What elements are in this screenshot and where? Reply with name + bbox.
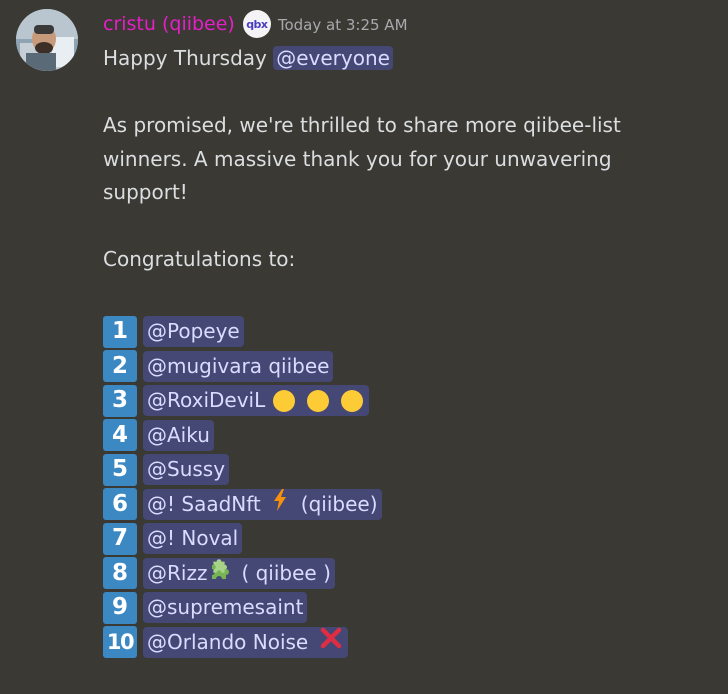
keycap-number: 8	[103, 557, 137, 590]
keycap-number: 5	[103, 453, 137, 486]
yellow-circles-icon	[273, 389, 364, 412]
username[interactable]: cristu (qiibee)	[103, 11, 235, 37]
message-header: cristu (qiibee) qbx Today at 3:25 AM	[103, 9, 408, 39]
user-mention[interactable]: @Aiku	[143, 419, 214, 451]
avatar[interactable]	[16, 9, 78, 71]
winner-row: 8 @Rizz ( qiibee )	[103, 556, 703, 591]
keycap-number: 10	[103, 626, 137, 659]
chat-message: cristu (qiibee) qbx Today at 3:25 AM Hap…	[0, 0, 728, 694]
congrats-line: Congratulations to:	[103, 247, 296, 271]
keycap-number: 2	[103, 350, 137, 383]
winner-row: 3 @RoxiDeviL	[103, 384, 703, 419]
keycap-number: 6	[103, 488, 137, 521]
everyone-mention[interactable]: @everyone	[273, 46, 393, 70]
winner-row: 9 @supremesaint	[103, 591, 703, 626]
qbx-role-icon[interactable]: qbx	[242, 10, 271, 38]
keycap-number: 4	[103, 419, 137, 452]
puzzle-icon	[209, 557, 231, 591]
timestamp[interactable]: Today at 3:25 AM	[278, 16, 408, 34]
user-mention[interactable]: @Orlando Noise	[143, 626, 349, 660]
keycap-number: 1	[103, 315, 137, 348]
keycap-number: 9	[103, 591, 137, 624]
cross-mark-icon	[320, 626, 342, 660]
user-mention[interactable]: @! SaadNft (qiibee)	[143, 488, 382, 522]
greeting-text: Happy Thursday	[103, 46, 274, 70]
winner-row: 4 @Aiku	[103, 418, 703, 453]
winner-row: 7 @! Noval	[103, 522, 703, 557]
winner-row: 1 @Popeye	[103, 315, 703, 350]
user-mention[interactable]: @Rizz ( qiibee )	[143, 557, 335, 591]
winner-row: 5 @Sussy	[103, 453, 703, 488]
user-mention[interactable]: @Popeye	[143, 316, 244, 348]
user-mention[interactable]: @Sussy	[143, 454, 230, 486]
user-mention[interactable]: @supremesaint	[143, 592, 308, 624]
user-mention[interactable]: @! Noval	[143, 523, 243, 555]
user-mention[interactable]: @RoxiDeviL	[143, 385, 370, 417]
greeting-line: Happy Thursday @everyone	[103, 42, 703, 76]
paragraph-line: winners. A massive thank you for your un…	[103, 146, 612, 171]
paragraph-line: support!	[103, 180, 188, 204]
user-mention[interactable]: @mugivara qiibee	[143, 350, 334, 382]
winner-row: 6 @! SaadNft (qiibee)	[103, 487, 703, 522]
winners-list: 1 @Popeye 2 @mugivara qiibee 3 @RoxiDevi…	[103, 315, 703, 660]
keycap-number: 3	[103, 384, 137, 417]
paragraph-line: As promised, we're thrilled to share mor…	[103, 113, 621, 137]
keycap-number: 7	[103, 522, 137, 555]
lightning-icon	[273, 488, 287, 522]
winner-row: 2 @mugivara qiibee	[103, 349, 703, 384]
winner-row: 10 @Orlando Noise	[103, 625, 703, 660]
message-content: Happy Thursday @everyone As promised, we…	[103, 42, 703, 660]
